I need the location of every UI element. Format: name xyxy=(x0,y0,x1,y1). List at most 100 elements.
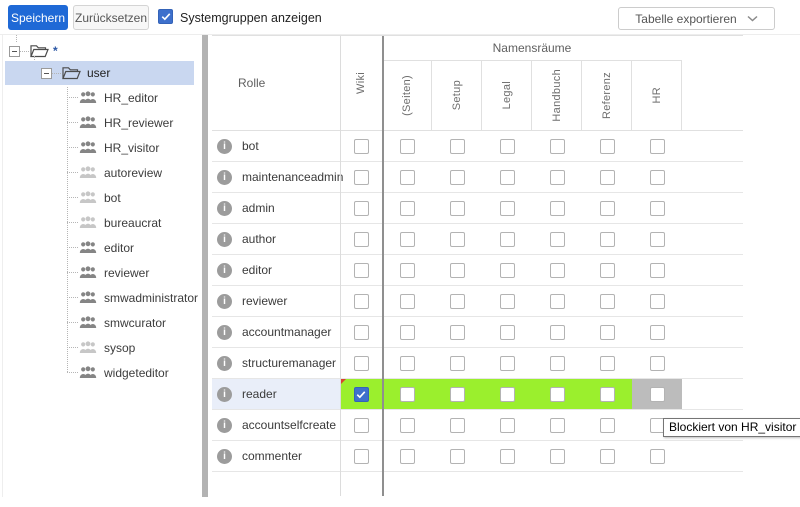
checkbox-maintenanceadmin-legal[interactable] xyxy=(500,170,515,185)
checkbox-structuremanager-legal[interactable] xyxy=(500,356,515,371)
collapse-icon[interactable] xyxy=(9,46,20,57)
tree-item-autoreview[interactable]: autoreview xyxy=(3,160,196,185)
tree-item-smwadministrator[interactable]: smwadministrator xyxy=(3,285,196,310)
checkbox-editor-referenz[interactable] xyxy=(600,263,615,278)
checkbox-admin-referenz[interactable] xyxy=(600,201,615,216)
checkbox-reader-setup[interactable] xyxy=(450,387,465,402)
checkbox-reviewer-wiki[interactable] xyxy=(354,294,369,309)
checkbox-author-wiki[interactable] xyxy=(354,232,369,247)
checkbox-reviewer-legal[interactable] xyxy=(500,294,515,309)
checkbox-editor-seiten[interactable] xyxy=(400,263,415,278)
checkbox-author-hr[interactable] xyxy=(650,232,665,247)
checkbox-reader-referenz[interactable] xyxy=(600,387,615,402)
tree-item-user[interactable]: user xyxy=(5,61,194,85)
checkbox-accountmanager-seiten[interactable] xyxy=(400,325,415,340)
tree-item-smwcurator[interactable]: smwcurator xyxy=(3,310,196,335)
checkbox-admin-seiten[interactable] xyxy=(400,201,415,216)
checkbox-structuremanager-handbuch[interactable] xyxy=(550,356,565,371)
checkbox-commenter-setup[interactable] xyxy=(450,449,465,464)
checkbox-commenter-referenz[interactable] xyxy=(600,449,615,464)
checkbox-bot-setup[interactable] xyxy=(450,139,465,154)
checkbox-accountselfcreate-seiten[interactable] xyxy=(400,418,415,433)
checkbox-accountmanager-hr[interactable] xyxy=(650,325,665,340)
reset-button[interactable]: Zurücksetzen xyxy=(73,5,149,30)
column-header-rolle[interactable]: Rolle xyxy=(212,36,340,130)
checkbox-author-seiten[interactable] xyxy=(400,232,415,247)
save-button[interactable]: Speichern xyxy=(8,5,68,30)
checkbox-bot-wiki[interactable] xyxy=(354,139,369,154)
checkbox-maintenanceadmin-seiten[interactable] xyxy=(400,170,415,185)
checkbox-author-handbuch[interactable] xyxy=(550,232,565,247)
checkbox-admin-setup[interactable] xyxy=(450,201,465,216)
checkbox-author-referenz[interactable] xyxy=(600,232,615,247)
checkbox-accountmanager-handbuch[interactable] xyxy=(550,325,565,340)
tree-item-sysop[interactable]: sysop xyxy=(3,335,196,360)
checkbox-accountselfcreate-referenz[interactable] xyxy=(600,418,615,433)
column-header-wiki[interactable]: Wiki xyxy=(340,36,382,130)
checkbox-reviewer-handbuch[interactable] xyxy=(550,294,565,309)
checkbox-accountselfcreate-wiki[interactable] xyxy=(354,418,369,433)
checkbox-reader-wiki[interactable] xyxy=(354,387,369,402)
checkbox-accountmanager-wiki[interactable] xyxy=(354,325,369,340)
info-icon[interactable]: i xyxy=(217,232,232,247)
info-icon[interactable]: i xyxy=(217,356,232,371)
checkbox-commenter-seiten[interactable] xyxy=(400,449,415,464)
tree-item-widgeteditor[interactable]: widgeteditor xyxy=(3,360,196,385)
checkbox-reviewer-seiten[interactable] xyxy=(400,294,415,309)
checkbox-bot-hr[interactable] xyxy=(650,139,665,154)
checkbox-editor-legal[interactable] xyxy=(500,263,515,278)
checkbox-editor-setup[interactable] xyxy=(450,263,465,278)
column-header-seiten[interactable]: (Seiten) xyxy=(382,61,432,130)
info-icon[interactable]: i xyxy=(217,325,232,340)
tree-item-bot[interactable]: bot xyxy=(3,185,196,210)
checkbox-editor-wiki[interactable] xyxy=(354,263,369,278)
checkbox-admin-hr[interactable] xyxy=(650,201,665,216)
column-header-setup[interactable]: Setup xyxy=(432,61,482,130)
checkbox-commenter-hr[interactable] xyxy=(650,449,665,464)
tree-item-editor[interactable]: editor xyxy=(3,235,196,260)
checkbox-bot-referenz[interactable] xyxy=(600,139,615,154)
collapse-icon[interactable] xyxy=(41,68,52,79)
tree-item-hr-visitor[interactable]: HR_visitor xyxy=(3,135,196,160)
checkbox-accountmanager-legal[interactable] xyxy=(500,325,515,340)
info-icon[interactable]: i xyxy=(217,387,232,402)
column-header-legal[interactable]: Legal xyxy=(482,61,532,130)
column-header-referenz[interactable]: Referenz xyxy=(582,61,632,130)
checkbox-accountselfcreate-setup[interactable] xyxy=(450,418,465,433)
checkbox-maintenanceadmin-handbuch[interactable] xyxy=(550,170,565,185)
tree-item-bureaucrat[interactable]: bureaucrat xyxy=(3,210,196,235)
tree-item-root[interactable]: * xyxy=(3,41,58,61)
system-groups-checkbox[interactable] xyxy=(158,9,173,24)
tree-item-hr-reviewer[interactable]: HR_reviewer xyxy=(3,110,196,135)
checkbox-accountselfcreate-handbuch[interactable] xyxy=(550,418,565,433)
info-icon[interactable]: i xyxy=(217,139,232,154)
info-icon[interactable]: i xyxy=(217,201,232,216)
checkbox-admin-legal[interactable] xyxy=(500,201,515,216)
checkbox-structuremanager-referenz[interactable] xyxy=(600,356,615,371)
panel-splitter[interactable] xyxy=(202,35,208,497)
checkbox-structuremanager-wiki[interactable] xyxy=(354,356,369,371)
checkbox-reviewer-setup[interactable] xyxy=(450,294,465,309)
checkbox-admin-wiki[interactable] xyxy=(354,201,369,216)
checkbox-bot-handbuch[interactable] xyxy=(550,139,565,154)
checkbox-commenter-handbuch[interactable] xyxy=(550,449,565,464)
checkbox-maintenanceadmin-setup[interactable] xyxy=(450,170,465,185)
checkbox-reader-handbuch[interactable] xyxy=(550,387,565,402)
checkbox-accountmanager-setup[interactable] xyxy=(450,325,465,340)
checkbox-reader-seiten[interactable] xyxy=(400,387,415,402)
tree-item-reviewer[interactable]: reviewer xyxy=(3,260,196,285)
checkbox-accountselfcreate-legal[interactable] xyxy=(500,418,515,433)
column-header-hr[interactable]: HR xyxy=(632,61,682,130)
checkbox-editor-handbuch[interactable] xyxy=(550,263,565,278)
checkbox-reader-legal[interactable] xyxy=(500,387,515,402)
column-header-handbuch[interactable]: Handbuch xyxy=(532,61,582,130)
checkbox-author-legal[interactable] xyxy=(500,232,515,247)
info-icon[interactable]: i xyxy=(217,449,232,464)
checkbox-reader-hr[interactable] xyxy=(650,387,665,402)
checkbox-admin-handbuch[interactable] xyxy=(550,201,565,216)
checkbox-commenter-wiki[interactable] xyxy=(354,449,369,464)
checkbox-reviewer-hr[interactable] xyxy=(650,294,665,309)
tree-item-hr-editor[interactable]: HR_editor xyxy=(3,85,196,110)
info-icon[interactable]: i xyxy=(217,418,232,433)
export-table-button[interactable]: Tabelle exportieren xyxy=(618,7,775,30)
